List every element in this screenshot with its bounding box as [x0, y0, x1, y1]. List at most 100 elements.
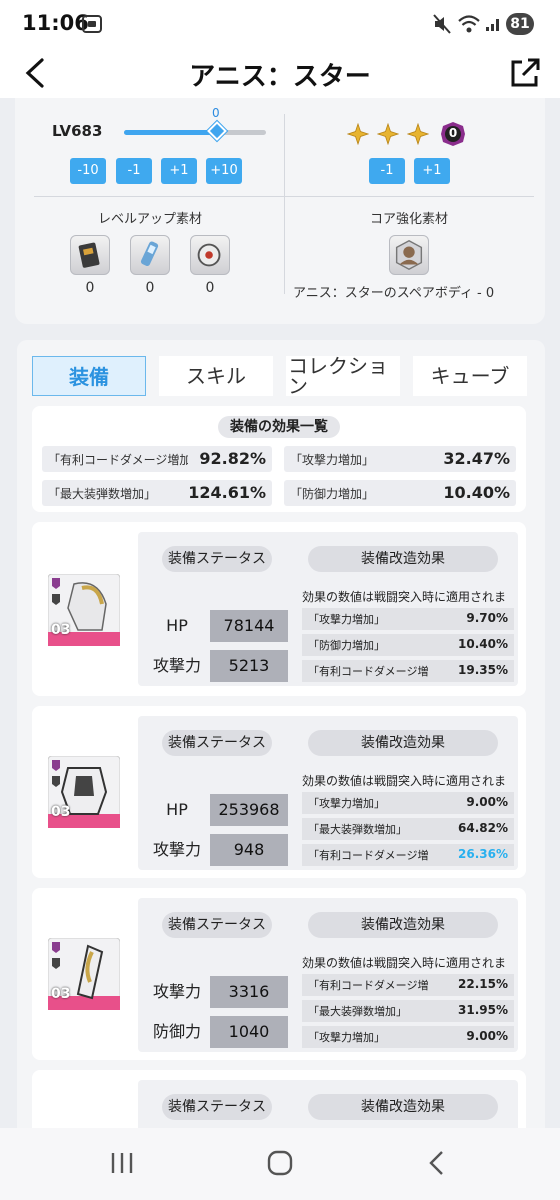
tab-collection[interactable]: コレクション — [286, 356, 400, 396]
gear-effects-title: 装備改造効果 — [308, 1094, 498, 1120]
effect-note: 効果の数値は戦闘突入時に適用されま — [302, 956, 507, 970]
levelup-materials-label: レベルアップ素材 — [98, 212, 203, 227]
stat-value: 78144 — [210, 610, 288, 642]
level-slider[interactable] — [124, 130, 266, 135]
gear-stats-title: 装備ステータス — [162, 546, 272, 572]
system-nav-bar — [0, 1128, 560, 1200]
material-module-icon[interactable] — [190, 235, 230, 275]
stat-value: 1040 — [210, 1016, 288, 1048]
home-icon[interactable] — [264, 1148, 296, 1178]
effect-label: 「有利コードダメージ増 — [308, 849, 429, 862]
core-level: 0 — [448, 126, 458, 140]
effect-row: 「攻撃力増加」 9.00% — [302, 1026, 514, 1048]
effect-label: 「攻撃力増加」 — [308, 797, 385, 810]
gear-armor-icon[interactable]: 03 — [47, 755, 121, 829]
gear-card[interactable]: 03 装備ステータス 装備改造効果 HP 253968 攻撃力 948 効果の数… — [32, 706, 526, 878]
core-material-item-label: アニス：スターのスペアボディ - 0 — [293, 286, 495, 301]
effect-row: 「最大装弾数増加」 64.82% — [302, 818, 514, 840]
level-plus10-button[interactable]: +10 — [206, 158, 242, 184]
effect-row: 「攻撃力増加」 9.00% — [302, 792, 514, 814]
gear-stats-title: 装備ステータス — [162, 1094, 272, 1120]
gear-helmet-icon[interactable]: 03 — [47, 573, 121, 647]
gear-detail: 装備ステータス 装備改造効果 HP 78144 攻撃力 5213 効果の数値は戦… — [138, 532, 518, 686]
stat-label: HP — [166, 616, 188, 635]
core-materials-label: コア強化素材 — [370, 212, 449, 227]
effect-value: 22.15% — [458, 977, 508, 991]
effect-row: 「有利コードダメージ増 22.15% — [302, 974, 514, 996]
gear-card[interactable]: 03 装備ステータス 装備改造効果 HP 78144 攻撃力 5213 効果の数… — [32, 522, 526, 696]
gear-level-tag: 03 — [51, 804, 71, 820]
status-time: 11:06 — [22, 11, 89, 35]
effect-note: 効果の数値は戦闘突入時に適用されま — [302, 774, 507, 788]
effect-label: 「最大装弾数増加」 — [308, 1005, 407, 1018]
gear-detail: 装備ステータス 装備改造効果 HP 253968 攻撃力 948 効果の数値は戦… — [138, 716, 518, 870]
gear-card[interactable]: 03 装備ステータス 装備改造効果 攻撃力 3316 防御力 1040 効果の数… — [32, 888, 526, 1060]
effect-value: 9.00% — [466, 1029, 508, 1043]
material-count: 0 — [85, 280, 95, 296]
summary-row: 「最大装弾数増加」 124.61% — [42, 480, 272, 506]
material-cell-icon[interactable] — [130, 235, 170, 275]
effect-label: 「有利コードダメージ増 — [308, 665, 429, 678]
gear-effects-title: 装備改造効果 — [308, 730, 498, 756]
level-minus10-button[interactable]: -10 — [70, 158, 106, 184]
page-title: アニス：スター — [189, 62, 371, 92]
effect-row: 「防御力増加」 10.40% — [302, 634, 514, 656]
divider — [284, 114, 285, 294]
back-nav-icon[interactable] — [424, 1148, 450, 1178]
material-chip-icon[interactable] — [70, 235, 110, 275]
app-header: アニス：スター — [0, 48, 560, 98]
mute-icon — [433, 14, 451, 34]
tab-skill[interactable]: スキル — [159, 356, 273, 396]
summary-value: 124.61% — [188, 483, 266, 502]
stat-value: 253968 — [210, 794, 288, 826]
summary-row: 「有利コードダメージ増加 92.82% — [42, 446, 272, 472]
gear-arm-icon[interactable]: 03 — [47, 937, 121, 1011]
tab-equipment[interactable]: 装備 — [32, 356, 146, 396]
effect-label: 「攻撃力増加」 — [308, 613, 385, 626]
recent-apps-icon[interactable] — [108, 1150, 136, 1176]
effect-row: 「有利コードダメージ増 26.36% — [302, 844, 514, 866]
gear-detail: 装備ステータス 装備改造効果 攻撃力 3316 防御力 1040 効果の数値は戦… — [138, 898, 518, 1052]
star-icon — [377, 123, 399, 145]
gear-effects-title: 装備改造効果 — [308, 546, 498, 572]
effect-row: 「最大装弾数増加」 31.95% — [302, 1000, 514, 1022]
stat-value: 3316 — [210, 976, 288, 1008]
battery-badge: 81 — [506, 13, 534, 35]
slider-fill — [124, 130, 213, 135]
star-icon — [407, 123, 429, 145]
stat-label: 攻撃力 — [152, 656, 201, 675]
stat-value: 948 — [210, 834, 288, 866]
gear-level-tag: 03 — [51, 986, 71, 1002]
wifi-icon — [458, 15, 480, 33]
effect-value: 9.00% — [466, 795, 508, 809]
core-plus1-button[interactable]: +1 — [414, 158, 450, 184]
gear-effects-title: 装備改造効果 — [308, 912, 498, 938]
summary-row: 「攻撃力増加」 32.47% — [284, 446, 516, 472]
screen-record-icon — [82, 15, 102, 33]
effect-value: 26.36% — [458, 847, 508, 861]
effect-note: 効果の数値は戦闘突入時に適用されま — [302, 590, 507, 604]
equipment-summary: 装備の効果一覧 「有利コードダメージ増加 92.82% 「攻撃力増加」 32.4… — [32, 406, 526, 512]
tab-cube[interactable]: キューブ — [413, 356, 527, 396]
summary-title: 装備の効果一覧 — [218, 416, 340, 438]
status-bar: 11:06 81 — [0, 0, 560, 48]
effect-value: 31.95% — [458, 1003, 508, 1017]
level-plus1-button[interactable]: +1 — [161, 158, 197, 184]
gear-stats-title: 装備ステータス — [162, 730, 272, 756]
effect-label: 「攻撃力増加」 — [308, 1031, 385, 1044]
slider-handle[interactable] — [207, 121, 227, 141]
level-slider-value: 0 — [212, 106, 220, 120]
core-minus1-button[interactable]: -1 — [369, 158, 405, 184]
effect-label: 「最大装弾数増加」 — [308, 823, 407, 836]
summary-label: 「防御力増加」 — [290, 487, 375, 501]
stat-label: HP — [166, 800, 188, 819]
share-icon[interactable] — [508, 56, 542, 90]
spare-body-icon[interactable] — [389, 235, 429, 275]
gear-stats-title: 装備ステータス — [162, 912, 272, 938]
effect-value: 10.40% — [458, 637, 508, 651]
level-minus1-button[interactable]: -1 — [116, 158, 152, 184]
summary-value: 32.47% — [443, 449, 510, 468]
stat-label: 攻撃力 — [152, 982, 201, 1001]
effect-value: 64.82% — [458, 821, 508, 835]
effect-row: 「攻撃力増加」 9.70% — [302, 608, 514, 630]
